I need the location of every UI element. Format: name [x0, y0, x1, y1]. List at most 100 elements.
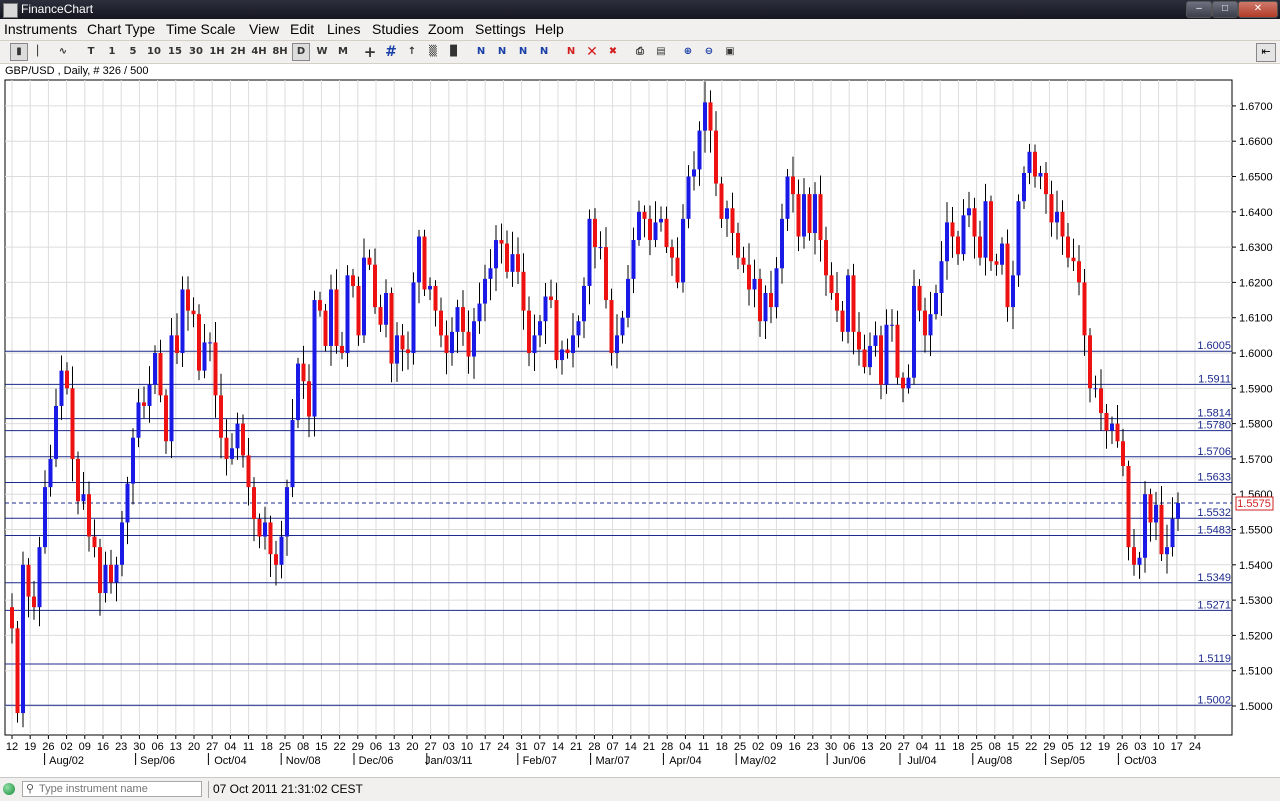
candle-body-up — [21, 564, 25, 714]
candle-body-down — [901, 377, 905, 389]
print-icon[interactable]: ⎙ — [631, 43, 649, 61]
candle-body-down — [65, 370, 69, 389]
x-tick-label: 29 — [1043, 741, 1055, 753]
x-tick-label: 04 — [916, 741, 928, 753]
menu-chart-type[interactable]: Chart Type — [87, 21, 155, 37]
level-label: 1.5814 — [1197, 408, 1231, 420]
candle-body-down — [1044, 172, 1048, 195]
candle-body-down — [191, 310, 196, 315]
menu-lines[interactable]: Lines — [327, 21, 360, 37]
candle-body-down — [758, 278, 762, 322]
menu-edit[interactable]: Edit — [290, 21, 314, 37]
print-preview-icon[interactable]: ▤ — [652, 43, 670, 61]
delete-all-icon[interactable]: ✖ — [604, 43, 622, 61]
candle-body-down — [791, 176, 795, 195]
menu-time-scale[interactable]: Time Scale — [166, 21, 236, 37]
candle-body-down — [197, 314, 201, 371]
level-label: 1.5706 — [1197, 446, 1231, 458]
zoom-in-icon[interactable]: ⊕ — [679, 43, 697, 61]
candle-body-down — [851, 275, 856, 332]
x-tick-label: 11 — [698, 741, 709, 753]
y-tick-label: 1.6100 — [1239, 313, 1273, 325]
candle-body-up — [802, 194, 806, 237]
candle-body-up — [450, 331, 454, 353]
x-tick-label: 08 — [989, 741, 1001, 753]
info-icon[interactable]: ↑ — [403, 43, 421, 61]
delete-line-icon[interactable]: N — [562, 43, 580, 61]
crosshair-icon[interactable]: + — [361, 43, 379, 61]
candle-body-up — [208, 342, 212, 344]
histogram-icon[interactable]: ▉ — [445, 43, 463, 61]
timeframe-monthly-button[interactable]: M — [334, 43, 352, 61]
candle-body-down — [807, 194, 812, 233]
timeframe-daily-button[interactable]: D — [292, 43, 310, 61]
timeframe-1min-button[interactable]: 1 — [103, 43, 121, 61]
candle-body-up — [230, 448, 234, 459]
menu-zoom[interactable]: Zoom — [428, 21, 464, 37]
instrument-search-input[interactable] — [39, 782, 199, 796]
price-chart[interactable]: 1.6005 1.5911 1.58141.5780 1.5706 1.5633 1.55… — [0, 78, 1280, 777]
candle-body-up — [81, 494, 86, 502]
timeframe-weekly-button[interactable]: W — [313, 43, 331, 61]
grid-icon[interactable]: # — [382, 43, 400, 61]
candle-body-down — [10, 607, 14, 629]
timeframe-tick-button[interactable]: T — [82, 43, 100, 61]
minimize-button[interactable]: – — [1186, 1, 1212, 18]
timeframe-8h-button[interactable]: 8H — [271, 43, 289, 61]
timeframe-4h-button[interactable]: 4H — [250, 43, 268, 61]
timeframe-2h-button[interactable]: 2H — [229, 43, 247, 61]
candle-body-down — [70, 388, 75, 459]
menu-help[interactable]: Help — [535, 21, 564, 37]
x-tick-label: 03 — [443, 741, 455, 753]
maximize-button[interactable]: □ — [1212, 1, 1238, 18]
gann-icon[interactable]: N — [535, 43, 553, 61]
delete-icon[interactable]: ✕ — [583, 43, 601, 61]
month-label: Dec/06 — [359, 755, 394, 767]
candle-body-down — [835, 292, 839, 311]
fibonacci-icon[interactable]: N — [514, 43, 532, 61]
candle-body-up — [868, 345, 872, 368]
timeframe-30min-button[interactable]: 30 — [187, 43, 205, 61]
bar-chart-icon[interactable]: ▏ — [32, 43, 50, 61]
y-tick-label: 1.5100 — [1239, 666, 1273, 678]
candle-body-up — [1055, 211, 1059, 223]
menu-view[interactable]: View — [249, 21, 279, 37]
zoom-out-icon[interactable]: ⊖ — [700, 43, 718, 61]
candlestick-chart-icon[interactable]: ▮ — [10, 43, 28, 61]
x-tick-label: 02 — [752, 741, 764, 753]
candle-body-up — [659, 218, 663, 223]
line-chart-icon[interactable]: ∿ — [54, 43, 72, 61]
volume-icon[interactable]: ▒ — [424, 43, 442, 61]
candle-body-up — [846, 275, 850, 332]
x-tick-label: 06 — [151, 741, 163, 753]
close-button[interactable]: ✕ — [1238, 1, 1278, 18]
x-tick-label: 06 — [370, 741, 382, 753]
candle-body-down — [87, 494, 91, 537]
candle-body-down — [549, 296, 553, 301]
instrument-search[interactable]: ⚲ — [22, 781, 202, 797]
level-label: 1.5002 — [1197, 694, 1231, 706]
candle-body-up — [1143, 494, 1147, 558]
timeframe-15min-button[interactable]: 15 — [166, 43, 184, 61]
menu-settings[interactable]: Settings — [475, 21, 526, 37]
trendline-icon[interactable]: N — [472, 43, 490, 61]
candle-body-down — [334, 289, 339, 346]
candle-body-up — [290, 420, 295, 488]
candle-body-down — [1082, 282, 1087, 336]
candle-body-up — [1176, 503, 1180, 519]
x-tick-label: 25 — [970, 741, 982, 753]
candle-body-up — [345, 275, 350, 353]
menu-studies[interactable]: Studies — [372, 21, 419, 37]
timeframe-1h-button[interactable]: 1H — [208, 43, 226, 61]
x-tick-label: 13 — [861, 741, 873, 753]
x-tick-label: 10 — [1152, 741, 1164, 753]
timeframe-5min-button[interactable]: 5 — [124, 43, 142, 61]
channel-icon[interactable]: N — [493, 43, 511, 61]
menu-instruments[interactable]: Instruments — [4, 21, 77, 37]
month-label: Aug/02 — [49, 755, 84, 767]
panel-toggle-icon[interactable]: ⇤ — [1256, 43, 1276, 62]
candle-body-up — [884, 324, 889, 385]
x-tick-label: 20 — [406, 741, 418, 753]
zoom-fit-icon[interactable]: ▣ — [721, 43, 739, 61]
timeframe-10min-button[interactable]: 10 — [145, 43, 163, 61]
